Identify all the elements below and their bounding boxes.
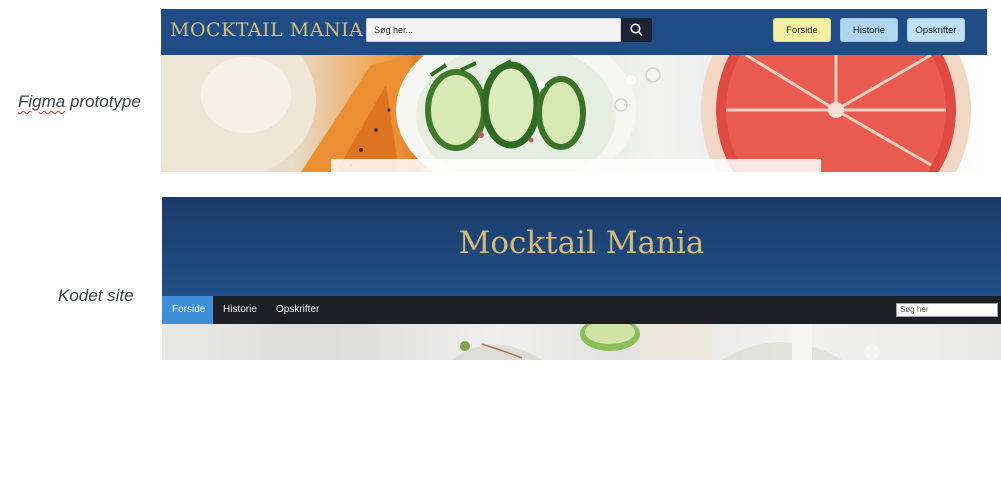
figma-logo: MOCKTAIL MANIA: [170, 19, 364, 41]
mocktail-drinks-illustration: [161, 9, 971, 172]
coded-site-title: Mocktail Mania: [458, 225, 705, 261]
figma-nav-opskrifter-button[interactable]: Opskrifter: [907, 18, 965, 42]
figma-prototype-caption: Figma prototype: [18, 92, 141, 112]
figma-nav-forside-button[interactable]: Forside: [773, 18, 831, 42]
coded-nav-forside[interactable]: Forside: [162, 296, 213, 324]
kodet-site-caption: Kodet site: [58, 286, 134, 305]
figma-nav-historie-button[interactable]: Historie: [840, 18, 898, 42]
prototype-word: prototype: [65, 92, 141, 111]
figma-word: Figma: [18, 92, 66, 111]
figma-prototype-screenshot: MOCKTAIL MANIA Søg her... Forside Histor…: [161, 9, 987, 172]
coded-hero-image: [162, 317, 1001, 360]
search-icon: [630, 23, 643, 37]
coded-search-input[interactable]: Søg her: [896, 303, 998, 317]
coded-nav-opskrifter[interactable]: Opskrifter: [266, 296, 329, 324]
coded-navbar: Forside Historie Opskrifter Søg her: [162, 296, 1001, 324]
coded-site-screenshot: Mocktail Mania Forside Historie Opskrift…: [162, 197, 1001, 360]
coded-nav-historie[interactable]: Historie: [213, 296, 267, 324]
mocktail-table-illustration: [452, 317, 880, 360]
coded-banner: Mocktail Mania: [162, 197, 1001, 296]
figma-hero-image: [161, 9, 987, 172]
figma-header: MOCKTAIL MANIA Søg her... Forside Histor…: [161, 9, 987, 55]
figma-search-button[interactable]: [621, 18, 652, 42]
figma-search-input[interactable]: Søg her...: [366, 18, 621, 42]
